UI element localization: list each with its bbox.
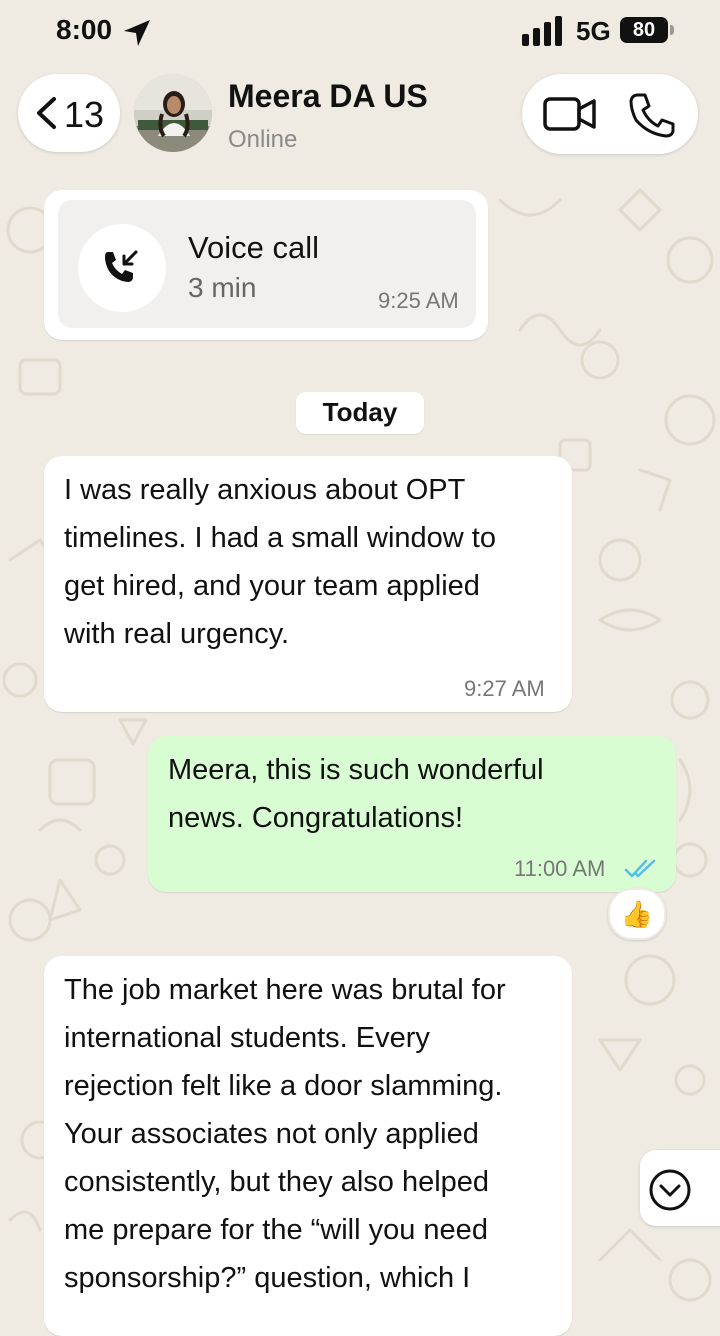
back-chevron-icon <box>37 97 56 129</box>
date-divider: Today <box>296 392 424 434</box>
message-time: 9:27 AM <box>464 676 545 701</box>
battery-tip <box>670 25 674 35</box>
call-icon-circle <box>78 224 166 312</box>
battery-level: 80 <box>620 17 668 43</box>
call-title: Voice call <box>188 230 319 265</box>
voice-call-card[interactable]: Voice call 3 min 9:25 AM <box>44 190 488 340</box>
message-text: Meera, this is such wonderful news. Cong… <box>168 754 544 834</box>
location-arrow-icon <box>124 20 150 46</box>
call-timestamp: 9:25 AM <box>378 288 459 313</box>
call-actions <box>522 74 698 154</box>
network-type: 5G <box>576 16 611 46</box>
voice-call-inner: Voice call 3 min 9:25 AM <box>58 200 476 328</box>
call-duration: 3 min <box>188 272 257 303</box>
double-check-icon <box>624 859 656 878</box>
status-time: 8:00 <box>56 14 113 45</box>
message-text: I was really anxious about OPT timelines… <box>64 474 496 650</box>
unread-count: 13 <box>64 94 105 135</box>
message-time: 11:00 AM <box>514 856 606 881</box>
chevron-down-circle-icon <box>649 1169 691 1211</box>
battery-indicator: 80 <box>620 17 674 43</box>
phone-icon[interactable] <box>628 92 676 138</box>
message-bubble-incoming[interactable]: The job market here was brutal for inter… <box>44 956 572 1336</box>
contact-status: Online <box>228 126 298 153</box>
chat-header: 13 Meera DA US Online <box>0 62 720 172</box>
signal-bars-icon <box>522 16 562 46</box>
avatar[interactable] <box>134 74 212 152</box>
message-text: The job market here was brutal for inter… <box>64 974 506 1294</box>
video-camera-icon[interactable] <box>542 94 598 134</box>
message-bubble-outgoing[interactable]: Meera, this is such wonderful news. Cong… <box>148 736 676 892</box>
back-button[interactable]: 13 <box>18 74 120 152</box>
thumbs-up-reaction[interactable]: 👍 <box>608 888 666 940</box>
scroll-to-bottom-button[interactable] <box>640 1150 720 1226</box>
contact-name[interactable]: Meera DA US <box>228 78 428 115</box>
status-bar: 8:00 5G 80 <box>0 0 720 62</box>
incoming-call-icon <box>105 250 138 282</box>
avatar-photo <box>134 74 212 152</box>
message-bubble-incoming[interactable]: I was really anxious about OPT timelines… <box>44 456 572 712</box>
